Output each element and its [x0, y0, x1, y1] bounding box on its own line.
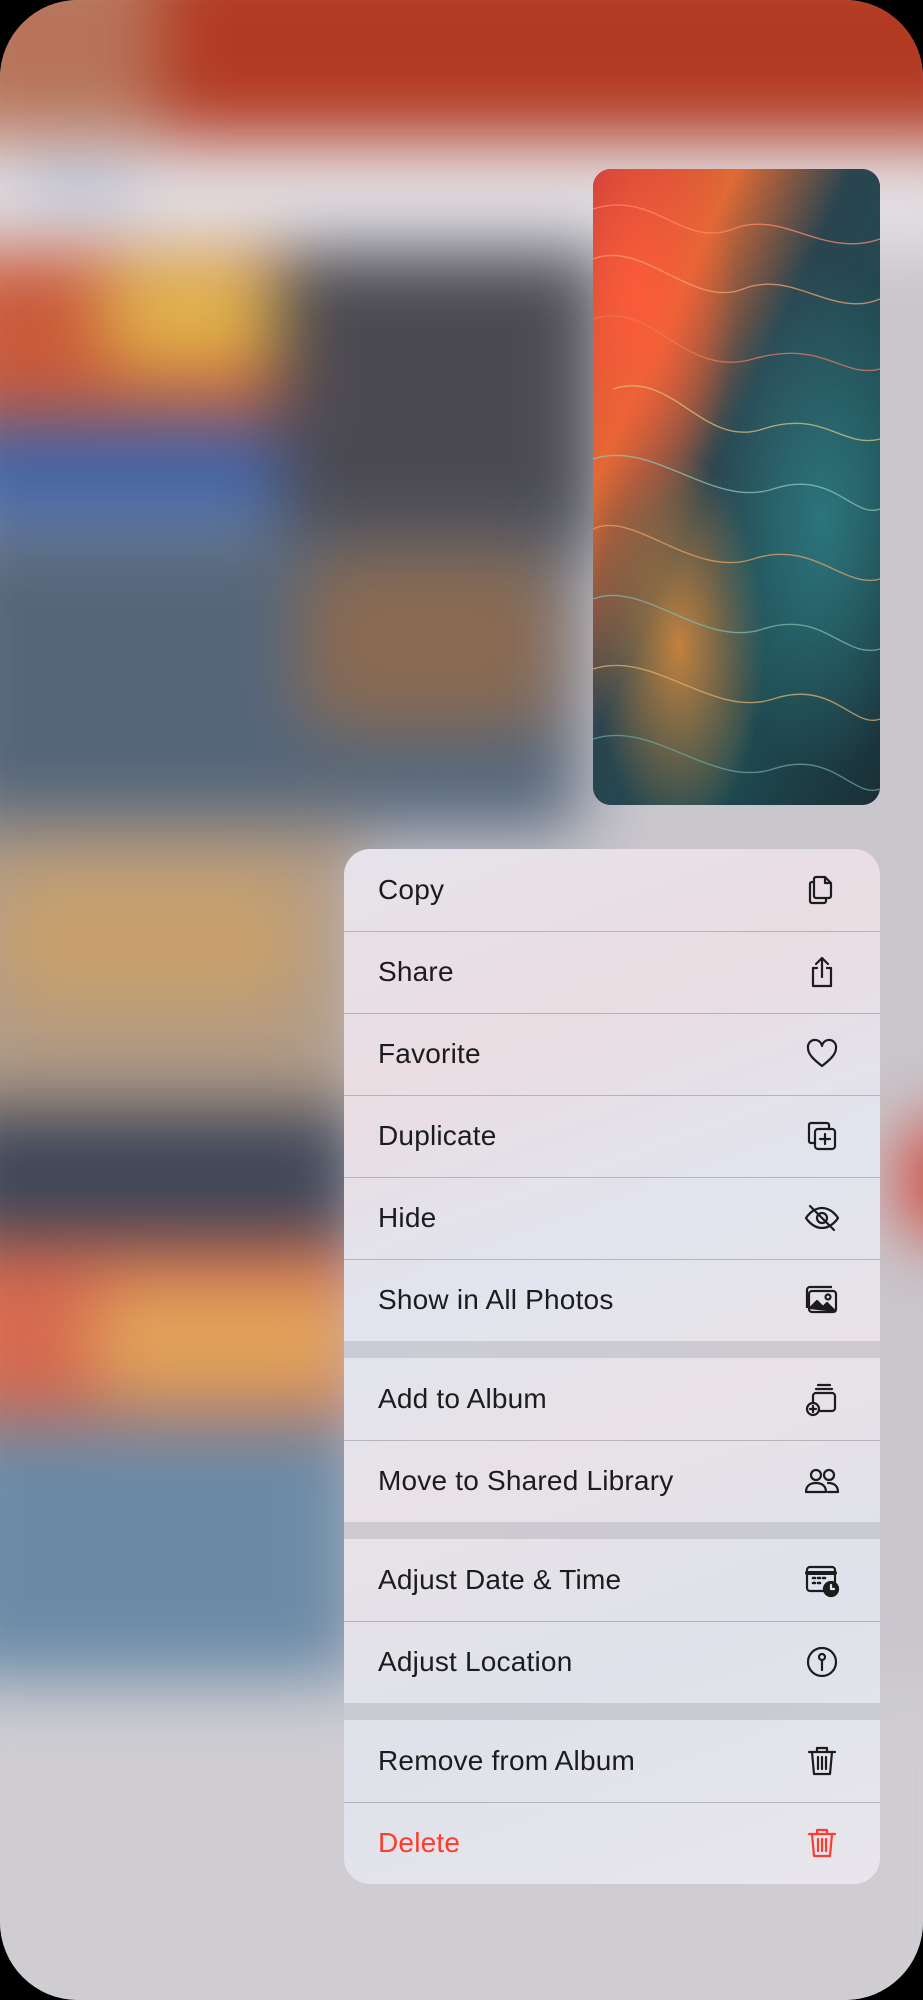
menu-item-delete[interactable]: Delete [344, 1802, 880, 1884]
trash-icon [802, 1741, 842, 1781]
share-icon [802, 952, 842, 992]
photos-icon [802, 1280, 842, 1320]
menu-item-copy[interactable]: Copy [344, 849, 880, 931]
menu-item-label: Favorite [378, 1038, 481, 1069]
menu-item-label: Share [378, 956, 454, 987]
menu-item-remove-from-album[interactable]: Remove from Album [344, 1720, 880, 1802]
duplicate-icon [802, 1116, 842, 1156]
eye-slash-icon [802, 1198, 842, 1238]
menu-item-label: Remove from Album [378, 1745, 636, 1776]
heart-icon [802, 1034, 842, 1074]
location-info-icon [802, 1642, 842, 1682]
copy-icon [802, 870, 842, 910]
menu-item-favorite[interactable]: Favorite [344, 1013, 880, 1095]
menu-item-share[interactable]: Share [344, 931, 880, 1013]
menu-item-show-in-all-photos[interactable]: Show in All Photos [344, 1259, 880, 1341]
menu-item-move-to-shared-library[interactable]: Move to Shared Library [344, 1440, 880, 1522]
topographic-artwork [593, 169, 880, 805]
menu-item-label: Duplicate [378, 1120, 497, 1151]
add-to-album-icon [802, 1379, 842, 1419]
context-menu: Copy Share Favorite Duplicate Hide Show … [344, 849, 880, 1884]
menu-item-label: Adjust Date & Time [378, 1564, 622, 1595]
menu-item-label: Add to Album [378, 1383, 547, 1414]
people-icon [802, 1461, 842, 1501]
menu-item-duplicate[interactable]: Duplicate [344, 1095, 880, 1177]
trash-icon [802, 1823, 842, 1863]
menu-item-adjust-location[interactable]: Adjust Location [344, 1621, 880, 1703]
menu-item-add-to-album[interactable]: Add to Album [344, 1358, 880, 1440]
menu-item-label: Show in All Photos [378, 1284, 614, 1315]
menu-item-label: Hide [378, 1202, 437, 1233]
menu-item-label: Adjust Location [378, 1646, 573, 1677]
menu-item-label: Move to Shared Library [378, 1465, 674, 1496]
calendar-clock-icon [802, 1560, 842, 1600]
menu-item-label: Delete [378, 1827, 461, 1858]
photo-preview[interactable] [593, 169, 880, 805]
menu-item-adjust-date-time[interactable]: Adjust Date & Time [344, 1539, 880, 1621]
menu-item-label: Copy [378, 874, 445, 905]
menu-item-hide[interactable]: Hide [344, 1177, 880, 1259]
